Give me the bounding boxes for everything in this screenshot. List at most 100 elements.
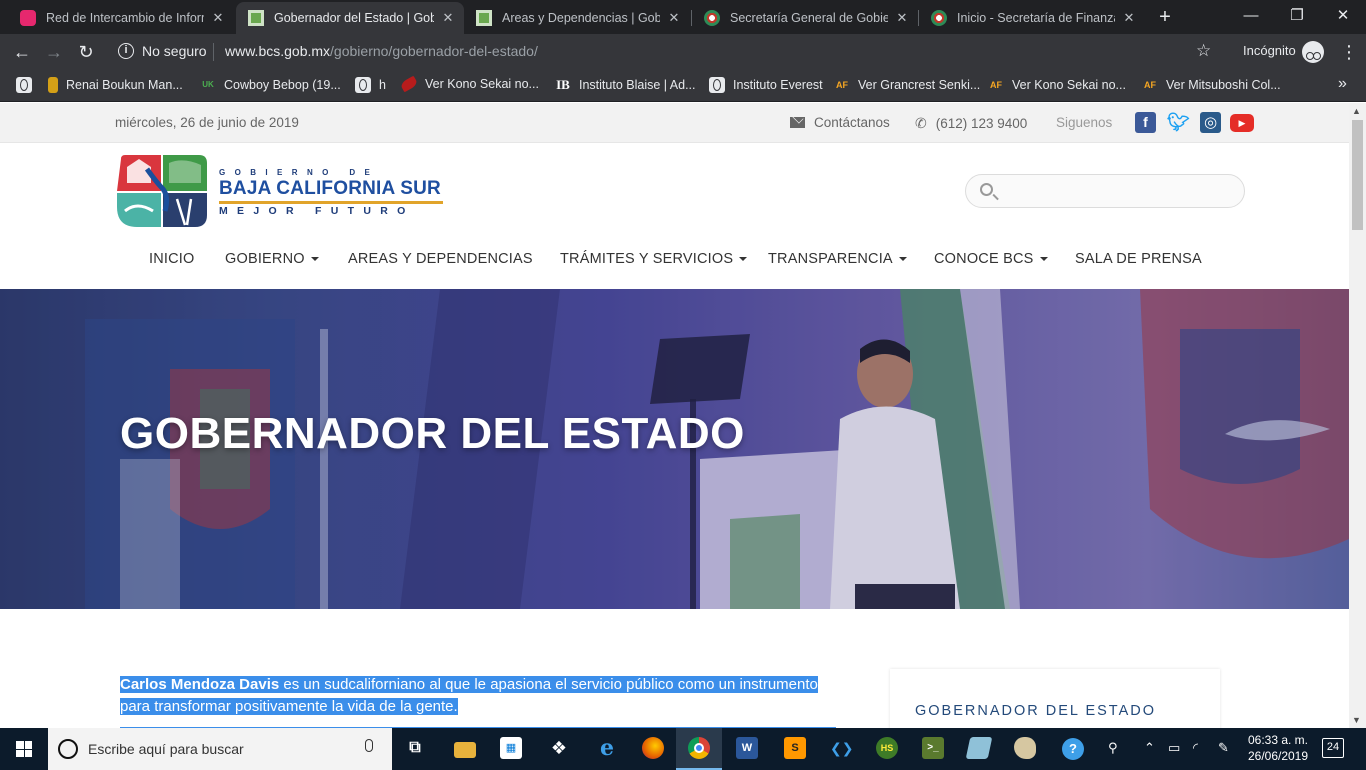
twitter-icon[interactable]: 🐦︎ <box>1167 112 1190 133</box>
menu-kebab-icon[interactable]: ⋮ <box>1340 40 1358 64</box>
facebook-icon[interactable]: f <box>1135 112 1156 133</box>
phone-link[interactable]: ✆ (612) 123 9400 <box>915 115 1027 132</box>
bookmark-item[interactable]: Ver Kono Sekai no... <box>399 75 539 93</box>
bookmark-label: Instituto Everest <box>733 78 823 92</box>
site-search-box[interactable] <box>965 174 1245 208</box>
scrollbar-thumb[interactable] <box>1352 120 1363 230</box>
bookmark-favicon-icon: AF <box>1144 80 1156 90</box>
bookmark-item[interactable] <box>16 77 40 93</box>
tab-close-icon[interactable]: ✕ <box>440 10 456 26</box>
menu-item-inicio[interactable]: INICIO <box>149 251 195 267</box>
windows-logo-icon <box>24 741 32 749</box>
tab-1[interactable]: Gobernador del Estado | Gobie ✕ <box>236 2 464 34</box>
scroll-down-icon[interactable]: ▼ <box>1352 715 1361 725</box>
store-button[interactable]: ▦ <box>488 728 534 770</box>
menu-label: GOBIERNO <box>225 251 305 267</box>
tab-2[interactable]: Areas y Dependencias | Gobier ✕ <box>464 2 690 34</box>
edge-button[interactable]: e <box>584 728 630 770</box>
menu-item-gobierno[interactable]: GOBIERNO <box>225 251 319 267</box>
menu-item-conoce-bcs[interactable]: CONOCE BCS <box>934 251 1048 267</box>
back-button[interactable]: ← <box>10 40 34 64</box>
bookmark-item[interactable]: h <box>355 77 386 93</box>
address-bar[interactable]: www.bcs.gob.mx/gobierno/gobernador-del-e… <box>225 43 538 59</box>
menu-item-sala-de-prensa[interactable]: SALA DE PRENSA <box>1075 251 1202 267</box>
forward-button[interactable]: → <box>42 40 66 64</box>
governor-name[interactable]: Carlos Mendoza Davis <box>120 676 279 693</box>
file-explorer-icon <box>454 742 476 758</box>
wifi-icon[interactable]: ◜ <box>1193 740 1198 756</box>
sidebar-heading: GOBERNADOR DEL ESTADO <box>915 703 1157 719</box>
bookmark-item[interactable]: UK Cowboy Bebop (19... <box>200 77 341 93</box>
task-view-button[interactable]: ⧉ <box>392 728 438 770</box>
vscode-button[interactable]: ❮❯ <box>818 728 864 770</box>
bookmark-item[interactable]: Renai Boukun Man... <box>48 77 183 93</box>
tab-close-icon[interactable]: ✕ <box>210 10 226 26</box>
bookmark-item[interactable]: AF Ver Mitsuboshi Col... <box>1142 77 1281 93</box>
contact-link[interactable]: Contáctanos <box>790 115 890 130</box>
dropbox-button[interactable]: ❖ <box>536 728 582 770</box>
menu-label: TRANSPARENCIA <box>768 251 893 267</box>
top-info-bar: miércoles, 26 de junio de 2019 Contáctan… <box>0 103 1349 143</box>
hotspot-button[interactable]: HS <box>864 728 910 770</box>
taskbar-clock[interactable]: 06:33 a. m. 26/06/2019 <box>1244 732 1312 764</box>
paint-button[interactable] <box>1002 728 1048 770</box>
help-icon[interactable]: ? <box>1062 738 1084 760</box>
scroll-up-icon[interactable]: ▲ <box>1352 106 1361 116</box>
favicon-icon <box>20 10 36 26</box>
globe-icon <box>355 77 371 93</box>
page-scrollbar[interactable]: ▲ ▼ <box>1349 103 1366 728</box>
tab-4[interactable]: Inicio - Secretaría de Finanzas ✕ <box>919 2 1145 34</box>
dropbox-icon: ❖ <box>550 738 568 758</box>
notification-center-button[interactable]: 24 <box>1322 738 1344 758</box>
show-hidden-icons-icon[interactable]: ⌃ <box>1144 740 1155 756</box>
pen-icon[interactable]: ✎ <box>1218 740 1229 756</box>
search-icon[interactable] <box>980 183 993 196</box>
incognito-icon[interactable] <box>1302 41 1324 63</box>
menu-item-tramites[interactable]: TRÁMITES Y SERVICIOS <box>560 251 748 267</box>
close-window-button[interactable]: ✕ <box>1320 0 1366 32</box>
site-info-icon[interactable]: i <box>118 43 134 59</box>
hotspot-icon: HS <box>876 737 898 759</box>
bookmark-item[interactable]: AF Ver Grancrest Senki... <box>834 77 980 93</box>
firefox-button[interactable] <box>630 728 676 770</box>
site-logo-text[interactable]: GOBIERNO DE BAJA CALIFORNIA SUR MEJOR FU… <box>219 168 443 217</box>
tab-close-icon[interactable]: ✕ <box>894 10 910 26</box>
security-label[interactable]: No seguro <box>142 43 207 59</box>
battery-icon[interactable]: ▭ <box>1168 740 1180 756</box>
terminal-button[interactable]: >_ <box>910 728 956 770</box>
reload-button[interactable]: ↻ <box>74 40 98 64</box>
phone-icon: ✆ <box>915 115 927 131</box>
bcs-coat-of-arms-logo[interactable] <box>117 155 207 227</box>
notes-button[interactable] <box>956 728 1002 770</box>
youtube-icon[interactable]: ▶ <box>1230 114 1254 132</box>
tab-close-icon[interactable]: ✕ <box>666 10 682 26</box>
clock-time: 06:33 a. m. <box>1247 733 1309 747</box>
bookmark-favicon-icon: IB <box>556 77 570 92</box>
menu-item-areas[interactable]: AREAS Y DEPENDENCIAS <box>348 251 533 267</box>
maximize-button[interactable]: ❐ <box>1274 0 1320 32</box>
bookmark-star-icon[interactable]: ☆ <box>1196 41 1211 61</box>
word-button[interactable]: W <box>724 728 770 770</box>
bookmarks-overflow-button[interactable]: » <box>1338 75 1347 93</box>
tab-3[interactable]: Secretaría General de Gobierno ✕ <box>692 2 918 34</box>
sublime-button[interactable]: S <box>772 728 818 770</box>
bookmark-item[interactable]: Instituto Everest <box>709 77 823 93</box>
microphone-icon[interactable] <box>365 739 373 752</box>
taskbar-search[interactable]: Escribe aquí para buscar <box>48 728 392 770</box>
minimize-button[interactable]: — <box>1228 0 1274 32</box>
people-icon[interactable]: ⚲ <box>1108 740 1118 756</box>
instagram-icon[interactable]: ◎ <box>1200 112 1221 133</box>
bookmark-favicon-icon: AF <box>836 80 848 90</box>
tab-0[interactable]: Red de Intercambio de Informa ✕ <box>8 2 234 34</box>
start-button[interactable] <box>0 728 48 770</box>
bookmark-favicon-icon: UK <box>202 80 214 89</box>
search-input[interactable] <box>1006 181 1231 201</box>
intro-text-2: para transformar positivamente la vida d… <box>120 698 458 715</box>
new-tab-button[interactable]: + <box>1154 4 1176 30</box>
chrome-button[interactable] <box>676 728 722 770</box>
menu-item-transparencia[interactable]: TRANSPARENCIA <box>768 251 907 267</box>
tab-close-icon[interactable]: ✕ <box>1121 10 1137 26</box>
bookmark-item[interactable]: IB Instituto Blaise | Ad... <box>555 77 695 93</box>
file-explorer-button[interactable] <box>442 728 488 770</box>
bookmark-item[interactable]: AF Ver Kono Sekai no... <box>988 77 1126 93</box>
